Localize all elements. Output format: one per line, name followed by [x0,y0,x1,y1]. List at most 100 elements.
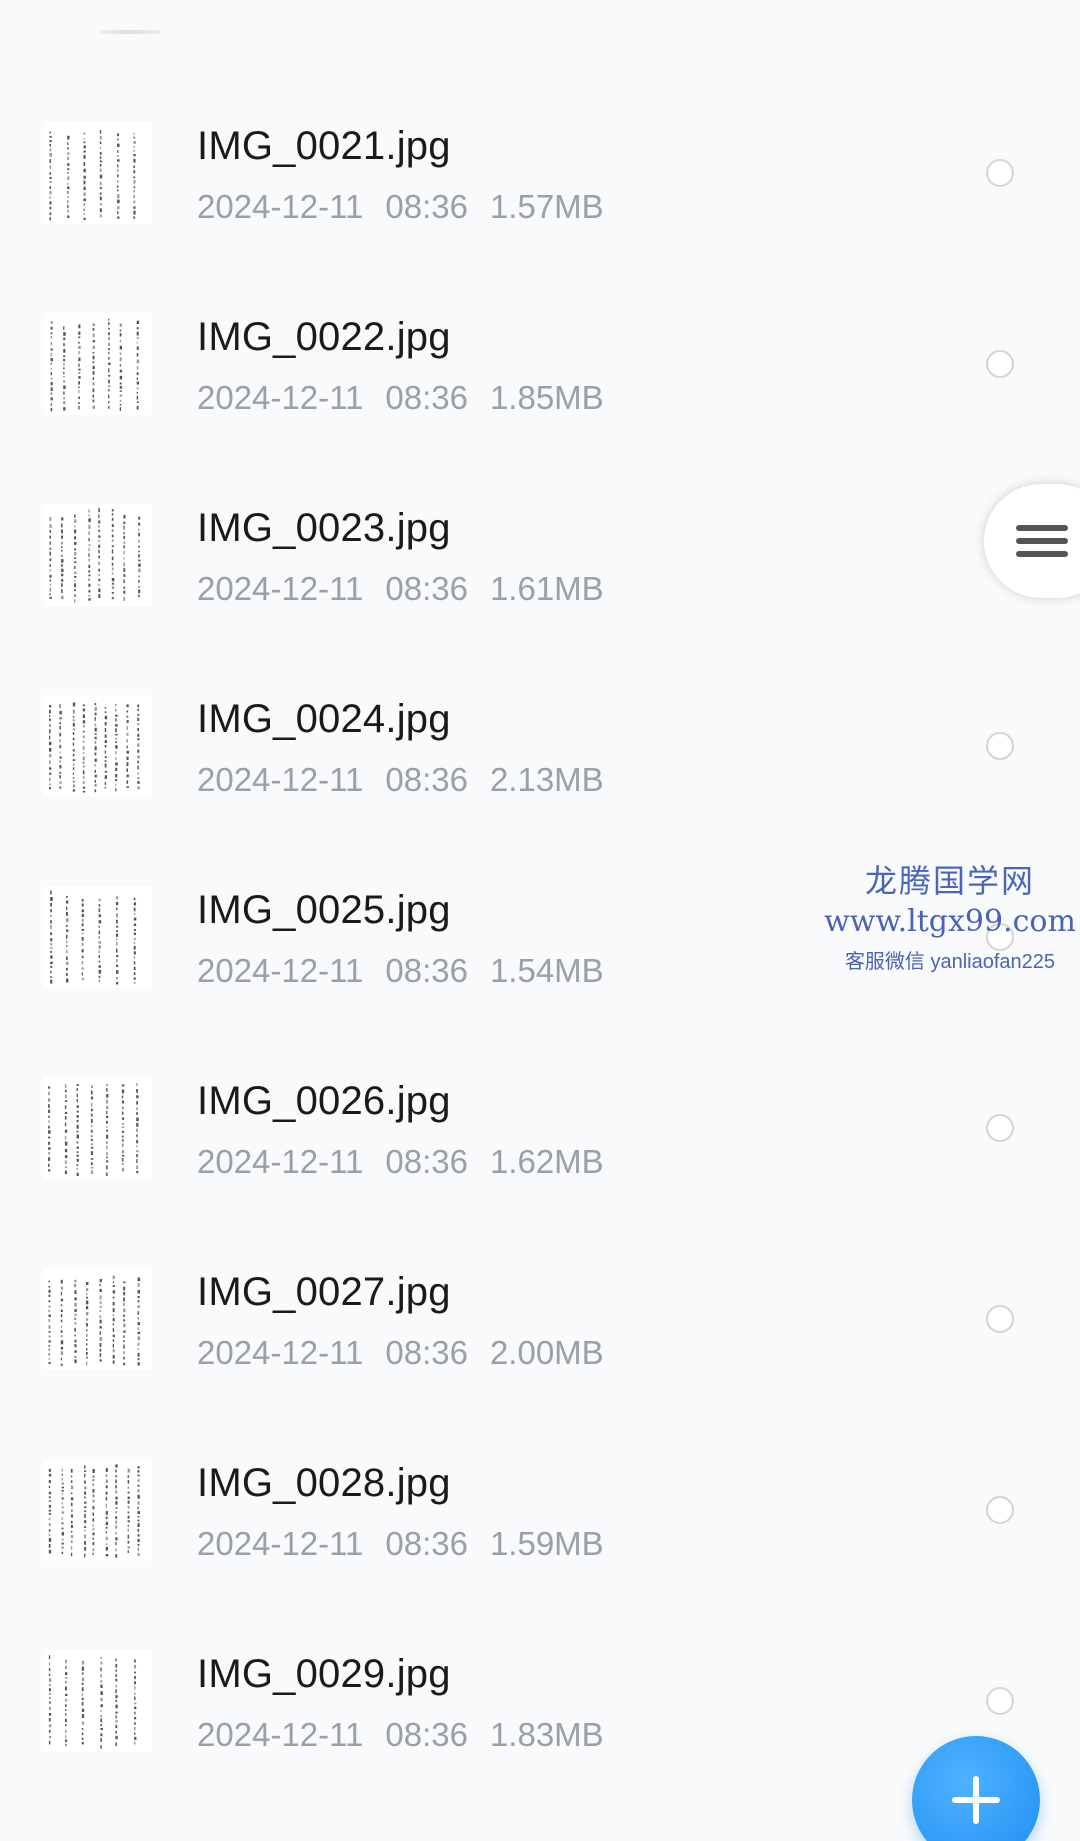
file-name: IMG_0026.jpg [197,1079,451,1123]
thumbnail-glyph [76,1141,79,1144]
thumbnail-glyph [127,1505,130,1509]
thumbnail-glyph [116,976,118,980]
thumbnail-glyph [92,1552,94,1556]
thumbnail-glyph [76,1134,79,1139]
thumbnail-glyph [49,517,52,521]
thumbnail-glyph [82,790,86,793]
thumbnail-glyph [48,1361,51,1364]
thumbnail-glyph [48,1340,51,1343]
thumbnail-glyph [49,558,52,561]
select-radio[interactable] [986,732,1014,760]
thumbnail-glyph [117,185,119,188]
file-row[interactable]: IMG_0027.jpg 2024-12-11 08:36 2.00MB [0,1224,1080,1415]
thumbnail-glyph [98,514,100,519]
thumbnail-glyph [106,1105,109,1110]
thumbnail-glyph [138,546,140,548]
thumbnail-glyph [72,753,75,757]
select-radio[interactable] [986,1496,1014,1524]
select-radio[interactable] [986,1687,1014,1715]
thumbnail-glyph [67,135,70,140]
file-row[interactable]: IMG_0022.jpg 2024-12-11 08:36 1.85MB [0,269,1080,460]
thumbnail-glyph [50,961,53,965]
thumbnail-glyph [60,1286,64,1290]
select-radio[interactable] [986,1305,1014,1333]
thumbnail-glyph [49,754,52,758]
thumbnail-glyph [50,382,53,386]
thumbnail-glyph [136,353,139,357]
thumbnail-glyph [137,777,140,780]
thumbnail-glyph [92,1475,95,1478]
thumbnail-glyph [82,786,86,789]
thumbnail-glyph [48,1358,51,1360]
file-row[interactable]: IMG_0028.jpg 2024-12-11 08:36 1.59MB [0,1415,1080,1606]
thumbnail-glyph [105,1474,108,1477]
file-thumbnail [44,1077,152,1179]
thumbnail-glyph [72,784,76,788]
thumbnail-glyph [133,133,135,135]
thumbnail-glyph [78,386,80,389]
thumbnail-glyph [65,1724,67,1727]
file-row[interactable]: IMG_0029.jpg 2024-12-11 08:36 1.83MB [0,1606,1080,1797]
thumbnail-glyph [133,165,135,169]
thumbnail-glyph [86,1348,88,1351]
file-row[interactable]: IMG_0024.jpg 2024-12-11 08:36 2.13MB [0,651,1080,842]
thumbnail-glyph [133,966,136,971]
thumbnail-glyph [67,163,70,166]
thumbnail-glyph [63,355,66,357]
select-radio[interactable] [986,1114,1014,1142]
thumbnail-glyph [127,1515,130,1519]
thumbnail-glyph [48,1707,51,1710]
thumbnail-glyph [99,130,102,134]
thumbnail-glyph [98,588,101,593]
thumbnail-glyph [50,352,52,357]
thumbnail-glyph [123,1340,125,1342]
thumbnail-glyph [106,1120,108,1124]
thumbnail-glyph [82,714,85,718]
thumbnail-glyph [138,522,141,526]
thumbnail-glyph [67,168,70,171]
thumbnail-glyph [117,216,120,219]
thumbnail-glyph [61,1493,63,1495]
thumbnail-image [50,318,140,412]
thumbnail-glyph [115,1501,118,1505]
thumbnail-glyph [115,1699,117,1703]
thumbnail-glyph [65,1713,67,1716]
thumbnail-glyph [70,1497,74,1501]
thumbnail-glyph [105,1516,108,1520]
thumbnail-glyph [65,1686,67,1691]
thumbnail-glyph [137,1331,141,1335]
thumbnail-glyph [86,1296,89,1299]
thumbnail-glyph [76,1098,78,1103]
file-row[interactable]: IMG_0026.jpg 2024-12-11 08:36 1.62MB [0,1033,1080,1224]
file-row[interactable]: IMG_0021.jpg 2024-12-11 08:36 1.57MB [0,78,1080,269]
thumbnail-glyph [70,1509,73,1513]
thumbnail-glyph [100,1680,103,1683]
thumbnail-glyph [48,1684,51,1687]
thumbnail-glyph [115,762,118,766]
select-radio[interactable] [986,350,1014,378]
thumbnail-glyph [76,1167,78,1170]
file-row[interactable]: IMG_0023.jpg 2024-12-11 08:36 1.61MB [0,460,1080,651]
thumbnail-glyph [123,1314,125,1318]
file-size: 2.00MB [489,1334,604,1371]
thumbnail-glyph [82,745,85,750]
select-radio[interactable] [986,159,1014,187]
thumbnail-glyph [112,1285,115,1287]
thumbnail-glyph [108,385,111,388]
thumbnail-glyph [94,733,97,735]
thumbnail-glyph [64,1089,67,1093]
thumbnail-glyph [137,749,140,753]
thumbnail-glyph [48,1688,51,1692]
thumbnail-glyph [116,970,119,974]
thumbnail-glyph [123,535,125,539]
thumbnail-glyph [99,1306,102,1308]
thumbnail-glyph [70,1540,73,1543]
thumbnail-glyph [61,1517,63,1521]
file-thumbnail [44,1268,152,1370]
thumbnail-glyph [48,1697,51,1700]
thumbnail-glyph [138,568,141,573]
thumbnail-glyph [48,1729,51,1733]
thumbnail-glyph [74,1350,77,1353]
thumbnail-glyph [49,191,52,195]
thumbnail-glyph [136,1134,138,1137]
